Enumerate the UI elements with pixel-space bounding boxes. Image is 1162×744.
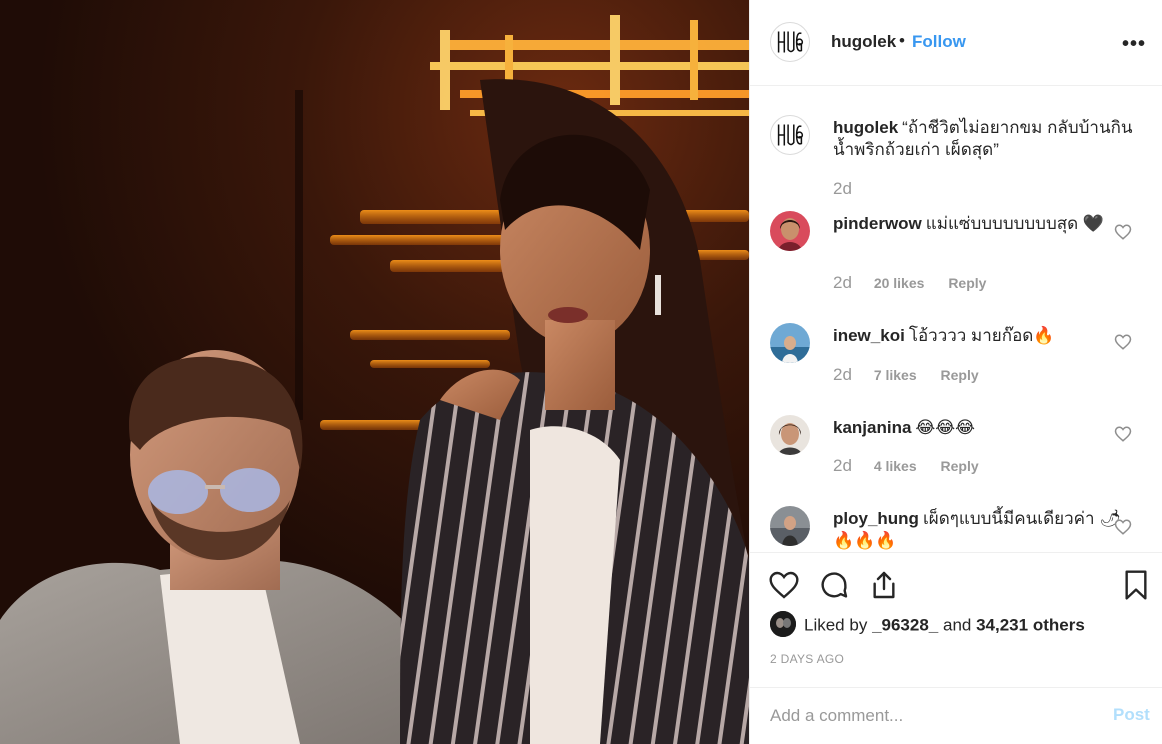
like-heart-icon[interactable] — [768, 569, 800, 601]
caption-meta: 2d — [833, 179, 870, 199]
comment-username[interactable]: ploy_hung — [833, 509, 919, 528]
comment-text: ploy_hung เผ็ดๆแบบนี้มีคนเดียวค่า 🌶🔥🔥🔥 — [833, 508, 1133, 552]
more-options-icon[interactable]: ••• — [1122, 33, 1146, 56]
comments-list[interactable]: hugolek “ถ้าชีวิตไม่อยากขม กลับบ้านกินน้ำ… — [750, 87, 1162, 552]
liked-by-others[interactable]: 34,231 others — [976, 615, 1085, 634]
reply-button[interactable]: Reply — [941, 367, 979, 383]
comment-text: pinderwow แม่แซ่บบบบบบบบสุด 🖤 — [833, 213, 1133, 235]
heart-icon[interactable] — [1114, 425, 1132, 443]
caption-username[interactable]: hugolek — [833, 118, 898, 137]
heart-icon[interactable] — [1114, 223, 1132, 241]
comment-likes[interactable]: 7 likes — [874, 367, 917, 383]
comment-username[interactable]: kanjanina — [833, 418, 911, 437]
comment-likes[interactable]: 20 likes — [874, 275, 925, 291]
post-date[interactable]: 2 DAYS AGO — [770, 652, 844, 666]
avatar-image — [770, 611, 796, 637]
share-icon[interactable] — [868, 569, 900, 601]
reply-button[interactable]: Reply — [948, 275, 986, 291]
comment-input[interactable] — [770, 702, 1090, 730]
comment-likes[interactable]: 4 likes — [874, 458, 917, 474]
comment-time[interactable]: 2d — [833, 273, 852, 292]
post-actions: Liked by _96328_ and 34,231 others 2 DAY… — [750, 552, 1162, 688]
caption-text: hugolek “ถ้าชีวิตไม่อยากขม กลับบ้านกินน้ำ… — [833, 117, 1133, 161]
post-sidebar: hugolek • Follow ••• hugolek “ถ้าชีวิตไม… — [749, 0, 1162, 744]
hugo-logo-icon — [771, 116, 809, 154]
comment-meta: 2d 4 likes Reply — [833, 456, 999, 476]
author-username[interactable]: hugolek — [831, 32, 896, 52]
bookmark-icon[interactable] — [1120, 569, 1152, 601]
avatar-image — [770, 506, 810, 546]
comment-bubble-icon[interactable] — [818, 569, 850, 601]
comment-username[interactable]: pinderwow — [833, 214, 922, 233]
caption-avatar[interactable] — [770, 115, 810, 155]
comment-meta: 2d 20 likes Reply — [833, 273, 1006, 293]
comment-time[interactable]: 2d — [833, 456, 852, 475]
avatar-image — [770, 211, 810, 251]
heart-icon[interactable] — [1114, 333, 1132, 351]
reply-button[interactable]: Reply — [941, 458, 979, 474]
heart-icon[interactable] — [1114, 518, 1132, 536]
author-avatar[interactable] — [770, 22, 810, 62]
commenter-avatar[interactable] — [770, 415, 810, 455]
comment-meta: 2d 7 likes Reply — [833, 365, 999, 385]
photo-image — [0, 0, 749, 744]
comment-username[interactable]: inew_koi — [833, 326, 905, 345]
comment-body: 😂😂😂 — [915, 418, 976, 437]
add-comment-bar: Post — [750, 688, 1162, 744]
comment-time[interactable]: 2d — [833, 365, 852, 384]
post-comment-button[interactable]: Post — [1113, 705, 1150, 725]
comment-body: แม่แซ่บบบบบบบบสุด 🖤 — [925, 214, 1105, 233]
liked-by-and: and — [942, 615, 972, 635]
liked-by-user[interactable]: _96328_ — [872, 615, 938, 634]
post-photo[interactable] — [0, 0, 749, 744]
caption-time[interactable]: 2d — [833, 179, 852, 198]
avatar-image — [770, 323, 810, 363]
hugo-logo-icon — [771, 23, 809, 61]
liker-avatar[interactable] — [770, 611, 796, 637]
commenter-avatar[interactable] — [770, 323, 810, 363]
comment-body: โอ้วววว มายก๊อด🔥 — [908, 326, 1055, 345]
comment-text: kanjanina 😂😂😂 — [833, 417, 1133, 439]
header-separator: • — [899, 31, 905, 50]
comment-text: inew_koi โอ้วววว มายก๊อด🔥 — [833, 325, 1133, 347]
avatar-image — [770, 415, 810, 455]
liked-by-prefix: Liked by — [804, 615, 868, 635]
post-header: hugolek • Follow ••• — [750, 0, 1162, 86]
likes-summary: Liked by _96328_ and 34,231 others — [770, 611, 1085, 639]
commenter-avatar[interactable] — [770, 211, 810, 251]
commenter-avatar[interactable] — [770, 506, 810, 546]
follow-button[interactable]: Follow — [912, 32, 966, 52]
